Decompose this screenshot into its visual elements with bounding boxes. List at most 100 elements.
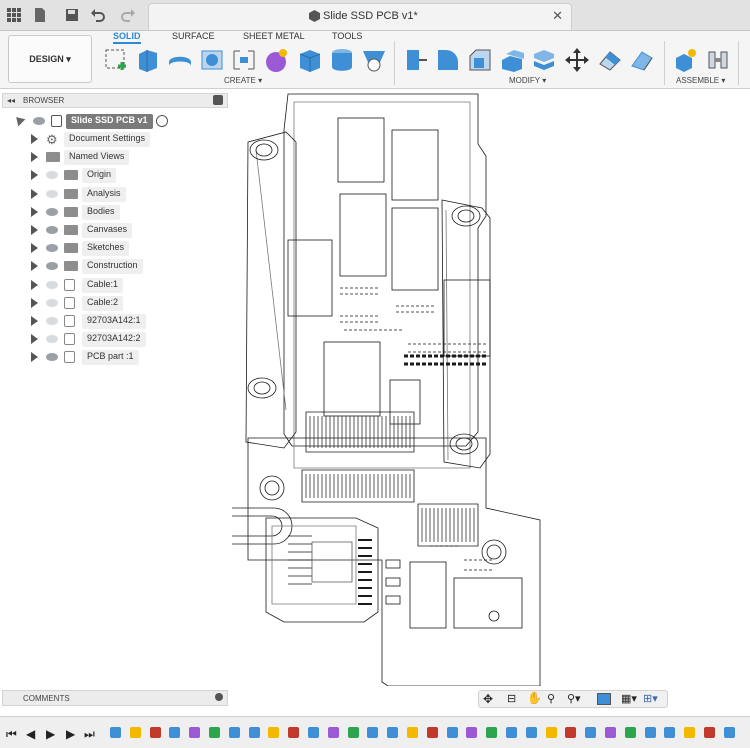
- timeline-feature-icon[interactable]: [664, 727, 676, 738]
- timeline-feature-icon[interactable]: [506, 727, 517, 738]
- visibility-eye-icon[interactable]: [46, 262, 58, 271]
- grid-settings-icon[interactable]: ▦▾: [621, 692, 637, 705]
- expand-arrow-icon[interactable]: [31, 206, 38, 217]
- browser-root[interactable]: Slide SSD PCB v1: [0, 113, 230, 130]
- timeline-feature-icon[interactable]: [605, 727, 616, 738]
- sweep-icon[interactable]: [198, 46, 226, 74]
- timeline-feature-icon[interactable]: [189, 727, 201, 738]
- timeline-feature-icon[interactable]: [248, 727, 260, 738]
- move-icon[interactable]: [563, 46, 591, 74]
- visibility-eye-icon[interactable]: [46, 226, 58, 234]
- form-icon[interactable]: [262, 46, 290, 74]
- timeline-feature-icon[interactable]: [367, 727, 379, 738]
- visibility-eye-icon[interactable]: [46, 189, 58, 198]
- browser-item[interactable]: Cable:1: [0, 277, 230, 294]
- visibility-eye-icon[interactable]: [46, 280, 58, 289]
- browser-item[interactable]: 92703A142:2: [0, 331, 230, 348]
- file-icon[interactable]: [32, 7, 48, 23]
- timeline-feature-icon[interactable]: [149, 727, 161, 738]
- visibility-eye-icon[interactable]: [46, 244, 58, 253]
- timeline-feature-icon[interactable]: [288, 727, 300, 738]
- timeline-feature-icon[interactable]: [110, 727, 121, 738]
- look-at-icon[interactable]: ⊟: [507, 692, 516, 705]
- timeline-feature-icon[interactable]: [129, 727, 141, 738]
- fit-icon[interactable]: ⚲▾: [567, 692, 581, 705]
- browser-item-label[interactable]: Analysis: [82, 186, 126, 202]
- timeline-feature-icon[interactable]: [723, 727, 735, 738]
- create-sketch-icon[interactable]: [102, 46, 130, 74]
- expand-arrow-icon[interactable]: [31, 261, 38, 272]
- redo-icon[interactable]: [120, 7, 136, 23]
- viewports-icon[interactable]: ⊞▾: [643, 692, 658, 705]
- timeline-feature-icon[interactable]: [268, 727, 280, 738]
- fillet-icon[interactable]: [434, 46, 462, 74]
- expand-arrow-icon[interactable]: [31, 334, 38, 345]
- assemble-group-label[interactable]: ASSEMBLE ▾: [676, 76, 725, 85]
- tab-sheet-metal[interactable]: SHEET METAL: [243, 31, 305, 41]
- timeline-feature-icon[interactable]: [407, 727, 418, 738]
- new-component-icon[interactable]: [672, 46, 700, 74]
- timeline-feature-icon[interactable]: [624, 727, 636, 738]
- expand-arrow-icon[interactable]: [31, 316, 38, 326]
- joint-icon[interactable]: [704, 46, 732, 74]
- browser-item[interactable]: Origin: [0, 167, 230, 184]
- workspace-selector[interactable]: DESIGN ▾: [8, 35, 92, 83]
- display-settings-icon[interactable]: [597, 693, 611, 705]
- timeline-feature-icon[interactable]: [466, 727, 478, 738]
- expand-arrow-icon[interactable]: [31, 352, 38, 363]
- close-tab-icon[interactable]: ✕: [552, 8, 563, 24]
- revolve-icon[interactable]: [166, 46, 194, 74]
- browser-item-label[interactable]: Cable:1: [82, 277, 124, 293]
- timeline-feature-icon[interactable]: [704, 727, 715, 738]
- sphere-icon[interactable]: [360, 46, 388, 74]
- timeline-feature-icon[interactable]: [426, 727, 438, 738]
- visibility-eye-icon[interactable]: [46, 335, 58, 344]
- zoom-icon[interactable]: ⚲: [547, 692, 555, 705]
- undo-icon[interactable]: [90, 7, 106, 23]
- browser-item[interactable]: ⚙ Document Settings: [0, 131, 230, 148]
- expand-arrow-icon[interactable]: [31, 225, 38, 235]
- visibility-eye-icon[interactable]: [46, 317, 58, 325]
- save-icon[interactable]: [64, 7, 80, 23]
- model-viewport[interactable]: [232, 90, 550, 686]
- expand-arrow-icon[interactable]: [31, 152, 38, 163]
- expand-arrow-icon[interactable]: [31, 134, 38, 144]
- browser-item[interactable]: Analysis: [0, 186, 230, 203]
- browser-item-label[interactable]: Document Settings: [64, 132, 151, 147]
- visibility-eye-icon[interactable]: [33, 117, 45, 125]
- tab-solid[interactable]: SOLID: [113, 31, 141, 44]
- timeline-feature-icon[interactable]: [327, 727, 339, 738]
- timeline-first-icon[interactable]: ⏮: [6, 727, 17, 742]
- browser-item-label[interactable]: Sketches: [82, 241, 130, 257]
- expand-arrow-icon[interactable]: [31, 188, 38, 199]
- timeline-feature-icon[interactable]: [347, 727, 359, 738]
- combine-icon[interactable]: [530, 46, 558, 74]
- document-tab[interactable]: Slide SSD PCB v1* ✕: [148, 3, 572, 30]
- browser-item[interactable]: Construction: [0, 258, 230, 275]
- rib-icon[interactable]: [230, 46, 258, 74]
- chamfer-icon[interactable]: [466, 46, 494, 74]
- tab-tools[interactable]: TOOLS: [332, 31, 362, 41]
- browser-item[interactable]: Cable:2: [0, 295, 230, 312]
- timeline-feature-icon[interactable]: [486, 727, 498, 738]
- timeline-feature-icon[interactable]: [308, 727, 319, 738]
- press-pull-icon[interactable]: [402, 46, 430, 74]
- browser-header[interactable]: ◂◂ BROWSER: [2, 93, 228, 108]
- timeline-feature-icon[interactable]: [446, 727, 458, 738]
- expand-arrow-icon[interactable]: [31, 170, 38, 181]
- add-comment-icon[interactable]: [215, 693, 223, 701]
- timeline-feature-icon[interactable]: [565, 727, 577, 738]
- browser-item-label[interactable]: PCB part :1: [82, 350, 139, 366]
- browser-item-label[interactable]: 92703A142:2: [82, 332, 146, 348]
- extrude-icon[interactable]: [134, 46, 162, 74]
- delete-icon[interactable]: [628, 46, 656, 74]
- timeline-play-icon[interactable]: ▶: [46, 727, 55, 741]
- browser-options-icon[interactable]: [213, 95, 223, 105]
- expand-arrow-icon[interactable]: [31, 297, 38, 308]
- root-component-label[interactable]: Slide SSD PCB v1: [66, 114, 153, 129]
- browser-item[interactable]: Canvases: [0, 222, 230, 239]
- browser-item[interactable]: Bodies: [0, 204, 230, 221]
- browser-item[interactable]: Sketches: [0, 240, 230, 257]
- shell-icon[interactable]: [498, 46, 526, 74]
- modify-group-label[interactable]: MODIFY ▾: [509, 76, 546, 85]
